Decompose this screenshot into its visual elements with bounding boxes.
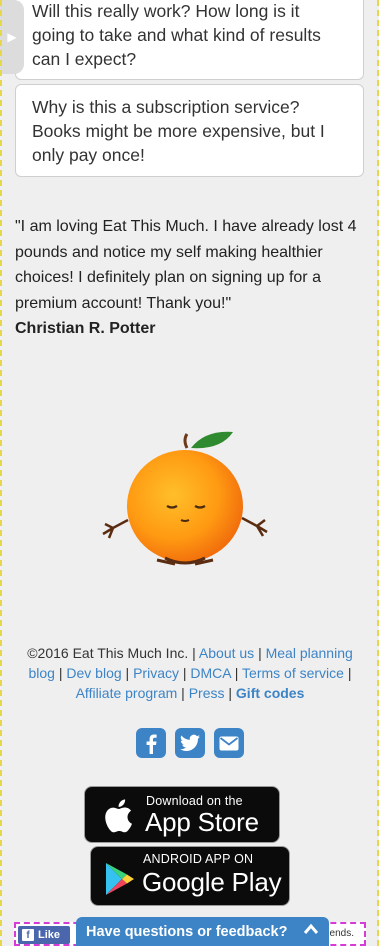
facebook-like-button[interactable]: f Like [18,926,70,944]
terms-link[interactable]: Terms of service [242,665,344,681]
social-links [0,728,379,758]
separator: | [258,645,262,661]
google-play-small-label: ANDROID APP ON [143,852,254,866]
gift-codes-link[interactable]: Gift codes [236,685,304,701]
facebook-f-icon: f [22,929,34,941]
site-footer: ©2016 Eat This Much Inc. | About us | Me… [20,643,360,703]
faq-item[interactable]: Will this really work? How long is it go… [15,0,364,80]
affiliate-link[interactable]: Affiliate program [76,685,178,701]
dev-blog-link[interactable]: Dev blog [66,665,121,681]
orange-mascot-illustration [102,431,268,566]
privacy-link[interactable]: Privacy [133,665,179,681]
apple-icon [105,799,132,833]
app-store-badge[interactable]: Download on the App Store [84,786,280,843]
google-play-big-label: Google Play [142,867,282,897]
separator: | [58,665,63,681]
caret-right-icon: ▶ [7,30,17,44]
press-link[interactable]: Press [189,685,225,701]
separator: | [228,685,233,701]
testimonial-author: Christian R. Potter [15,320,156,337]
separator: | [234,665,239,681]
about-link[interactable]: About us [199,645,254,661]
faq-item[interactable]: Why is this a subscription service? Book… [15,84,364,177]
facebook-like-label: Like [38,929,61,941]
separator: | [125,665,130,681]
google-play-badge[interactable]: ANDROID APP ON Google Play [90,846,290,906]
separator: | [192,645,196,661]
twitter-icon[interactable] [174,728,205,758]
feedback-label: Have questions or feedback? [86,923,288,940]
faq-question: Why is this a subscription service? Book… [32,97,325,165]
app-store-big-label: App Store [145,807,259,837]
faq-question: Will this really work? How long is it go… [32,1,321,69]
chevron-up-icon [303,923,319,934]
email-icon[interactable] [213,728,244,758]
separator: | [347,665,352,681]
app-store-small-label: Download on the [146,794,243,808]
facebook-icon[interactable] [135,728,166,758]
dmca-link[interactable]: DMCA [190,665,230,681]
separator: | [181,685,185,701]
feedback-widget-button[interactable]: Have questions or feedback? [76,917,329,946]
friends-text: ends. [329,928,354,939]
copyright: ©2016 Eat This Much Inc. [27,645,189,661]
testimonial: "I am loving Eat This Much. I have alrea… [15,214,365,342]
google-play-icon [106,863,134,895]
testimonial-quote: "I am loving Eat This Much. I have alrea… [15,218,357,312]
side-panel-toggle[interactable]: ▶ [0,0,24,74]
separator: | [182,665,187,681]
